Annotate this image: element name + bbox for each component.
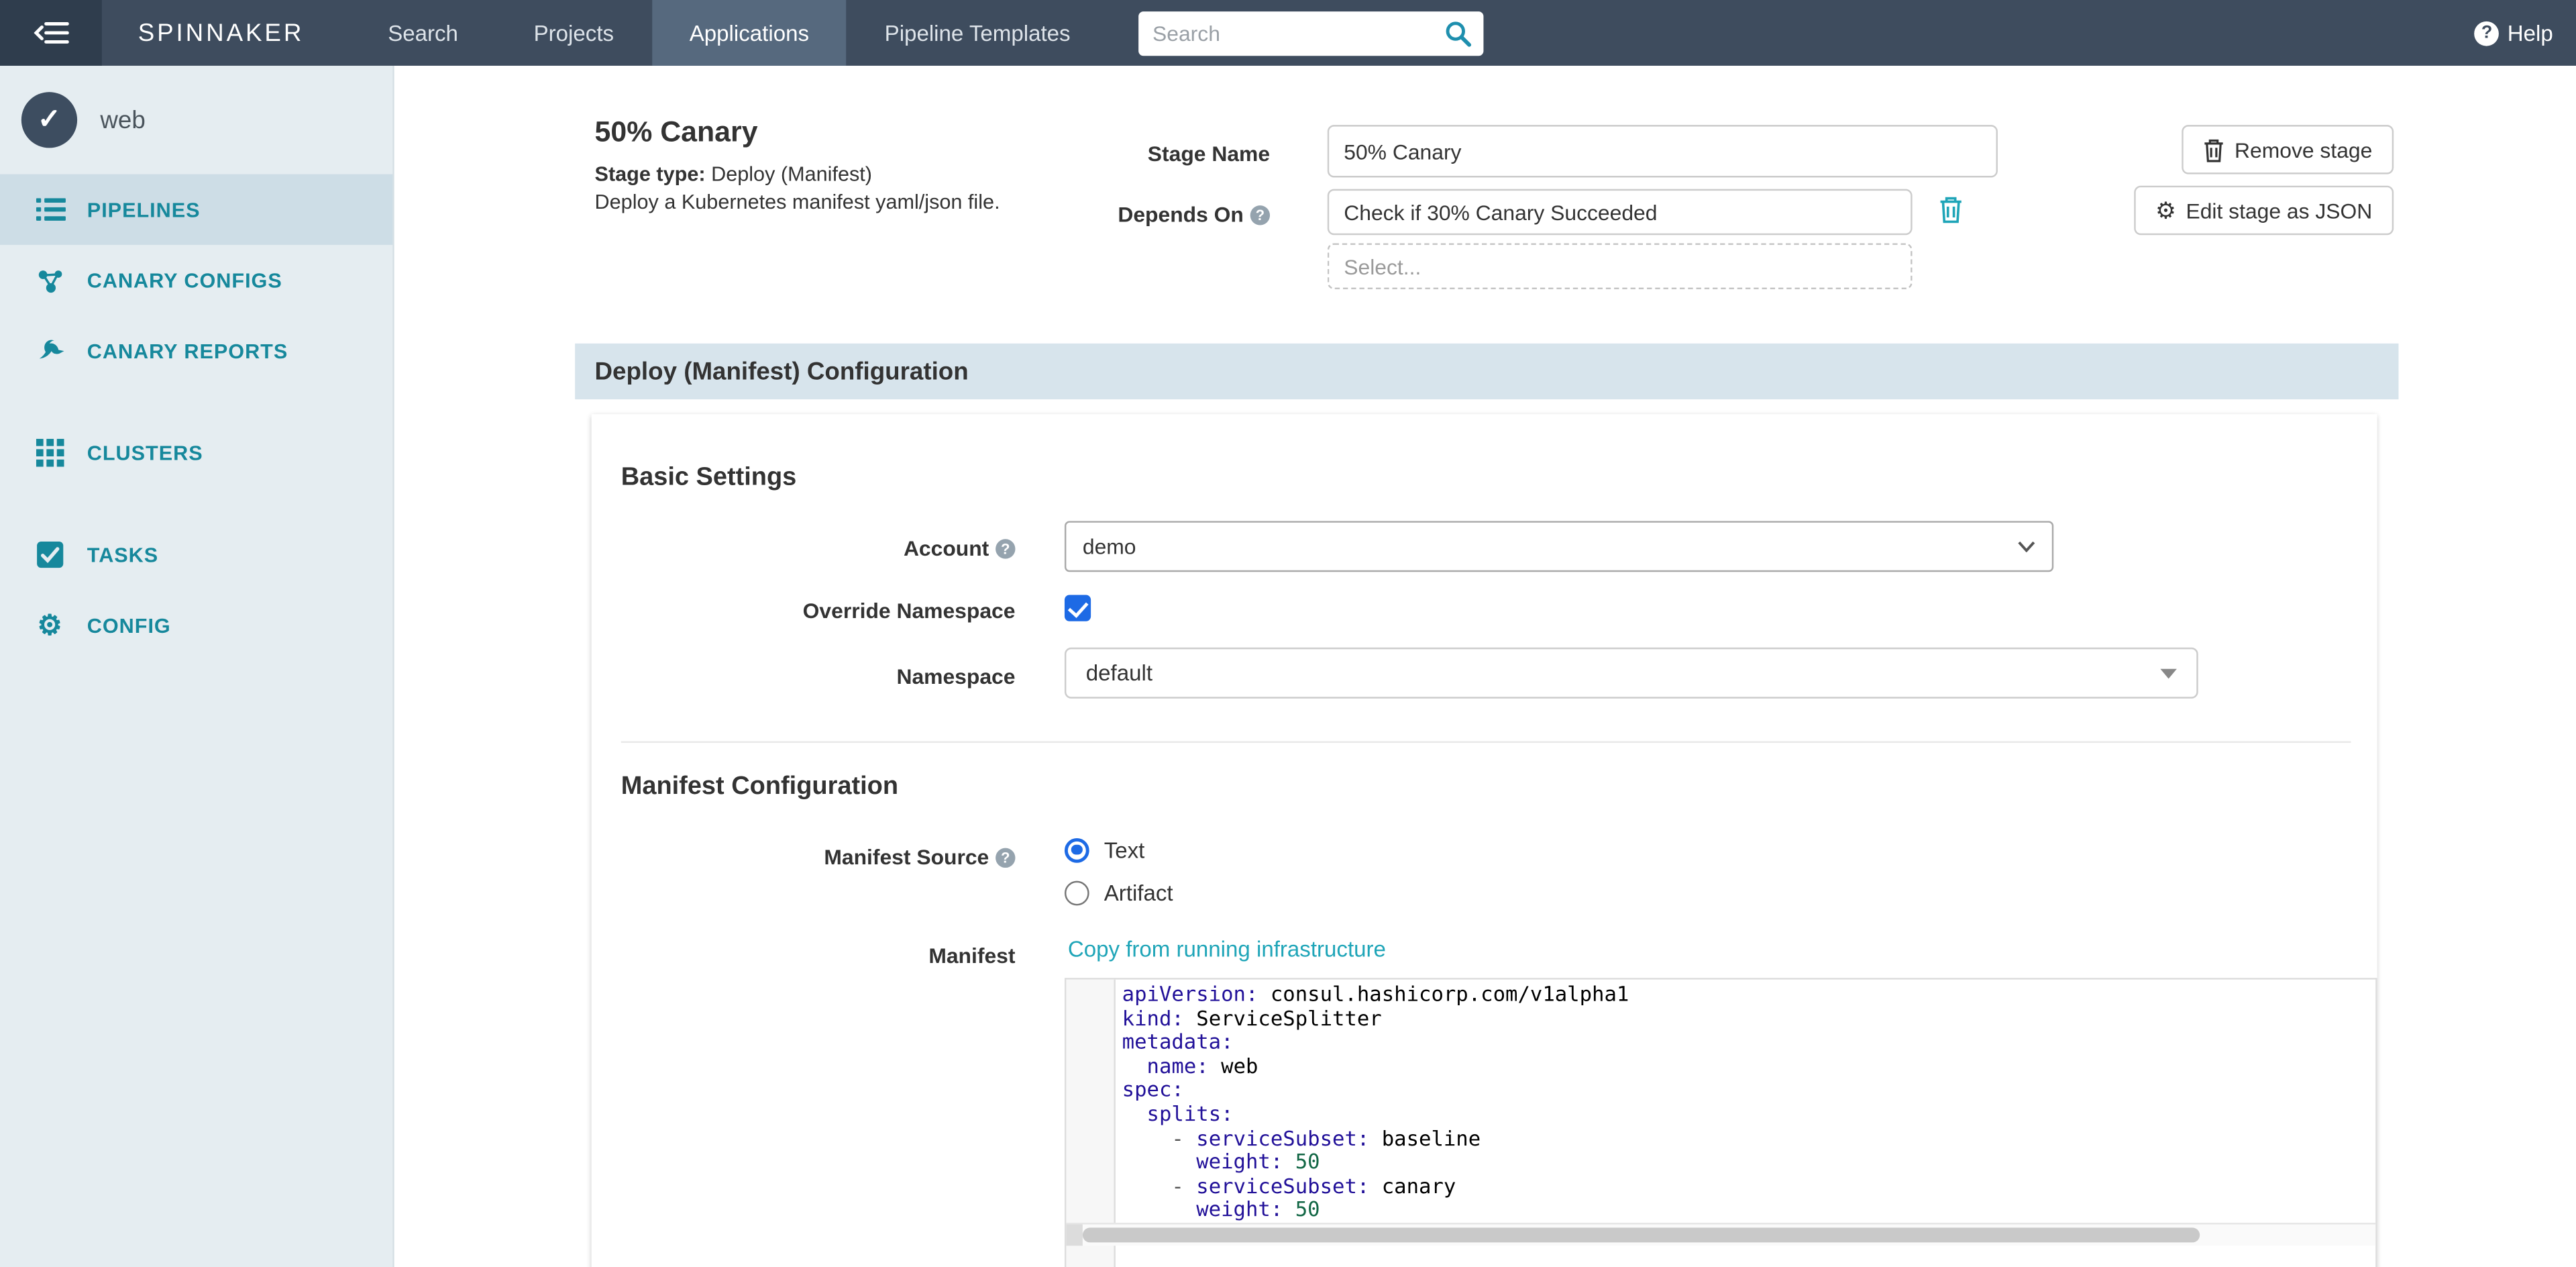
manifest-source-help-icon[interactable]: ? bbox=[996, 848, 1015, 868]
canary-configs-icon bbox=[34, 267, 66, 293]
basic-settings-heading: Basic Settings bbox=[621, 464, 797, 493]
gear-icon: ⚙ bbox=[2155, 199, 2176, 221]
stage-name-label: Stage Name bbox=[941, 142, 1270, 166]
code-line: - serviceSubset: baseline bbox=[1122, 1127, 2376, 1151]
code-line: name: web bbox=[1122, 1055, 2376, 1079]
application-name: web bbox=[100, 106, 145, 134]
section-divider bbox=[621, 741, 2351, 742]
code-line: weight: 50 bbox=[1122, 1199, 2376, 1223]
global-search-input[interactable] bbox=[1138, 11, 1483, 55]
code-line: metadata: bbox=[1122, 1031, 2376, 1055]
app-header: ✓ web bbox=[0, 66, 392, 174]
sidebar-item-canary-configs[interactable]: CANARY CONFIGS bbox=[0, 245, 392, 315]
radio-icon bbox=[1065, 880, 1089, 905]
section-title: Deploy (Manifest) Configuration bbox=[595, 358, 969, 386]
manifest-source-artifact-radio[interactable]: Artifact bbox=[1065, 876, 1173, 909]
override-namespace-checkbox[interactable] bbox=[1065, 595, 1091, 621]
help-link[interactable]: ? Help bbox=[2475, 21, 2553, 46]
radio-icon bbox=[1065, 838, 1089, 862]
depends-on-label: Depends On? bbox=[908, 202, 1270, 227]
stage-type-value: Deploy (Manifest) bbox=[711, 162, 872, 185]
stage-name-input[interactable] bbox=[1328, 125, 1998, 177]
pipelines-list-icon bbox=[34, 197, 66, 222]
primary-nav: Search Projects Applications Pipeline Te… bbox=[350, 0, 1108, 66]
depends-on-input[interactable] bbox=[1328, 189, 1913, 236]
sidebar-item-label: CANARY REPORTS bbox=[87, 340, 288, 362]
sidebar-item-config[interactable]: ⚙ CONFIG bbox=[0, 590, 392, 660]
scrollbar-thumb[interactable] bbox=[1083, 1227, 2200, 1242]
manifest-source-text-radio[interactable]: Text bbox=[1065, 833, 1144, 866]
global-search bbox=[1138, 11, 1483, 55]
stage-type: Stage type: Deploy (Manifest) bbox=[595, 162, 872, 185]
code-line: splits: bbox=[1122, 1103, 2376, 1127]
code-line: weight: 50 bbox=[1122, 1151, 2376, 1175]
sidebar-item-label: TASKS bbox=[87, 543, 158, 566]
edit-stage-json-button[interactable]: ⚙ Edit stage as JSON bbox=[2134, 186, 2394, 235]
sidebar-item-tasks[interactable]: TASKS bbox=[0, 519, 392, 590]
sidebar-item-pipelines[interactable]: PIPELINES bbox=[0, 174, 392, 245]
stage-editor-pane: 50% Canary Stage type: Deploy (Manifest)… bbox=[394, 66, 2576, 1267]
code-content: apiVersion: consul.hashicorp.com/v1alpha… bbox=[1116, 982, 2375, 1222]
canary-reports-bird-icon bbox=[34, 338, 66, 363]
sidebar-item-canary-reports[interactable]: CANARY REPORTS bbox=[0, 315, 392, 386]
top-navbar: SPINNAKER Search Projects Applications P… bbox=[0, 0, 2576, 66]
sidebar-item-label: PIPELINES bbox=[87, 198, 201, 221]
override-namespace-label: Override Namespace bbox=[687, 598, 1016, 623]
tasks-checkbox-icon bbox=[34, 541, 66, 569]
depends-on-help-icon[interactable]: ? bbox=[1250, 205, 1270, 225]
sidebar-collapse-button[interactable] bbox=[0, 0, 102, 66]
application-sidebar: ✓ web PIPELINES bbox=[0, 66, 394, 1267]
collapse-menu-icon bbox=[33, 19, 69, 46]
manifest-source-label: Manifest Source? bbox=[654, 845, 1016, 870]
nav-item-projects[interactable]: Projects bbox=[496, 0, 651, 66]
remove-dependency-trash-icon[interactable] bbox=[1939, 195, 1964, 223]
sidebar-nav: PIPELINES CANARY CONFIGS bbox=[0, 174, 392, 661]
sidebar-item-label: CONFIG bbox=[87, 614, 171, 637]
sidebar-item-label: CLUSTERS bbox=[87, 442, 203, 464]
chevron-down-icon bbox=[2017, 541, 2035, 552]
sidebar-item-label: CANARY CONFIGS bbox=[87, 268, 282, 291]
remove-stage-button[interactable]: Remove stage bbox=[2182, 125, 2394, 174]
code-line: kind: ServiceSplitter bbox=[1122, 1007, 2376, 1031]
nav-item-search[interactable]: Search bbox=[350, 0, 496, 66]
sidebar-item-clusters[interactable]: CLUSTERS bbox=[0, 417, 392, 488]
spinnaker-app: SPINNAKER Search Projects Applications P… bbox=[0, 0, 2576, 1267]
brand-logo: SPINNAKER bbox=[138, 19, 305, 47]
help-icon: ? bbox=[2475, 21, 2500, 46]
help-label: Help bbox=[2508, 21, 2553, 46]
sidebar-group-gap bbox=[0, 488, 392, 519]
manifest-label: Manifest bbox=[687, 944, 1016, 968]
nav-item-pipeline-templates[interactable]: Pipeline Templates bbox=[847, 0, 1108, 66]
account-help-icon[interactable]: ? bbox=[996, 539, 1015, 558]
search-icon[interactable] bbox=[1444, 19, 1472, 47]
manifest-configuration-heading: Manifest Configuration bbox=[621, 772, 898, 802]
clusters-grid-icon bbox=[34, 439, 66, 467]
depends-on-add-select[interactable]: Select... bbox=[1328, 243, 1913, 289]
namespace-select[interactable]: default bbox=[1065, 648, 2198, 699]
trash-icon bbox=[2204, 137, 2225, 162]
stage-actions: Remove stage ⚙ Edit stage as JSON bbox=[2134, 125, 2394, 235]
copy-from-running-infrastructure-link[interactable]: Copy from running infrastructure bbox=[1068, 937, 1386, 962]
code-line: spec: bbox=[1122, 1078, 2376, 1103]
stage-type-label: Stage type: bbox=[595, 162, 706, 185]
account-select[interactable]: demo bbox=[1065, 521, 2053, 572]
code-line: apiVersion: consul.hashicorp.com/v1alpha… bbox=[1122, 982, 2376, 1007]
caret-down-icon bbox=[2160, 668, 2176, 678]
account-label: Account? bbox=[687, 536, 1016, 560]
application-icon: ✓ bbox=[21, 92, 77, 148]
account-select-value: demo bbox=[1083, 534, 1136, 559]
editor-horizontal-scrollbar bbox=[1066, 1223, 2375, 1246]
stage-title: 50% Canary bbox=[595, 115, 758, 149]
sidebar-group-gap bbox=[0, 387, 392, 418]
deploy-manifest-config-card: Basic Settings Account? demo Override Na… bbox=[592, 414, 2377, 1267]
code-line: - serviceSubset: canary bbox=[1122, 1174, 2376, 1199]
namespace-label: Namespace bbox=[687, 664, 1016, 689]
nav-item-applications[interactable]: Applications bbox=[651, 0, 847, 66]
scrollbar-corner bbox=[1066, 1224, 1082, 1246]
namespace-select-value: default bbox=[1086, 660, 1152, 685]
section-header: Deploy (Manifest) Configuration bbox=[575, 344, 2398, 399]
manifest-code-editor[interactable]: apiVersion: consul.hashicorp.com/v1alpha… bbox=[1065, 978, 2377, 1267]
